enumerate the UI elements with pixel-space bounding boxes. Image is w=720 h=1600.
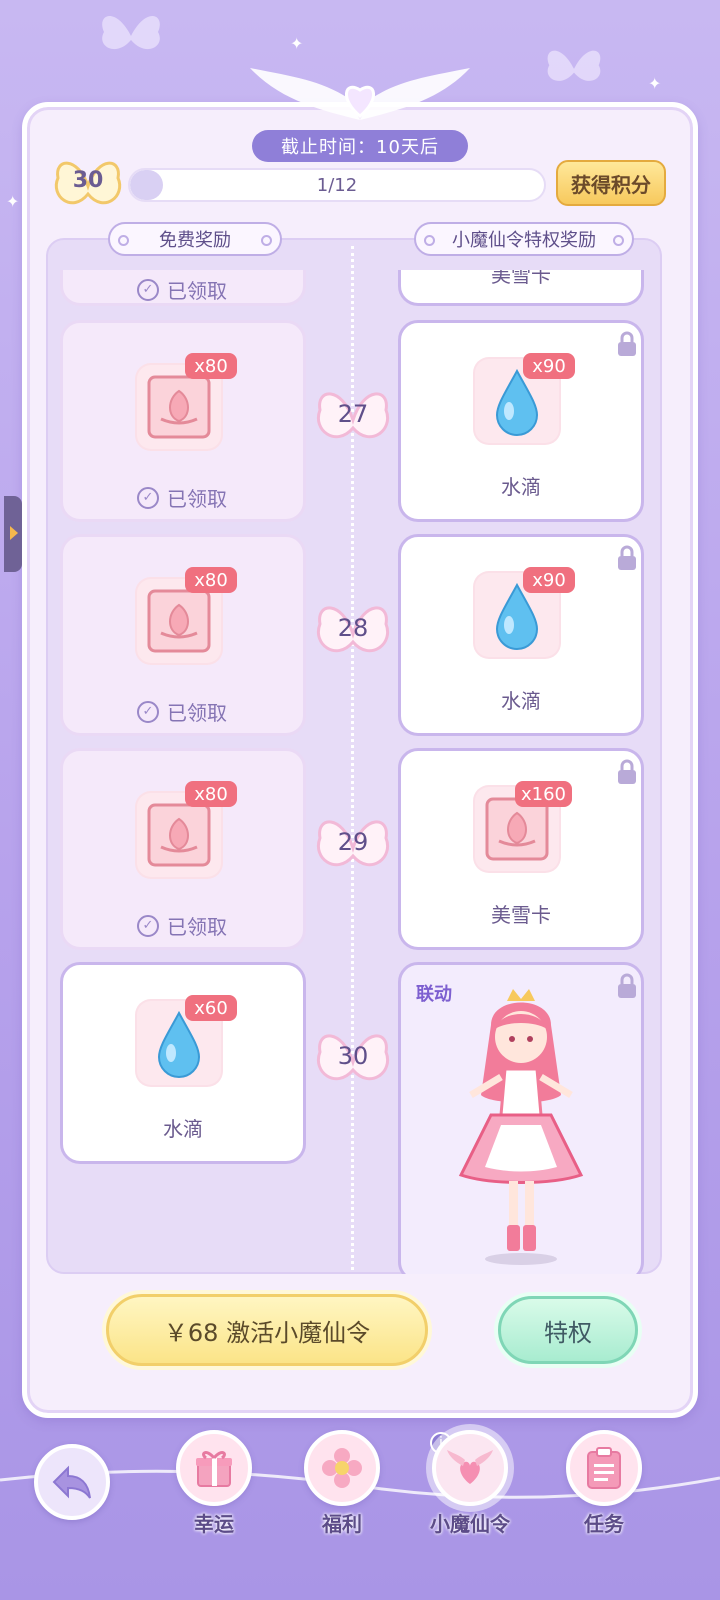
quantity-badge: x80 [185,353,237,379]
free-reward-card-27[interactable]: x80 ✓ 已领取 [60,320,306,522]
check-icon: ✓ [137,914,159,937]
claimed-label: ✓ 已领取 [137,911,227,940]
collab-tag: 联动 [416,984,452,1005]
quantity-badge: x80 [185,781,237,807]
deadline-label: 截止时间：10天后 [252,130,468,162]
side-expand-tab[interactable] [4,496,22,572]
check-icon: ✓ [137,486,159,509]
level-progress-bar: 1/12 [128,168,546,202]
nav-label: 任务 [584,1512,624,1536]
clipboard-icon [587,1447,621,1489]
sparkle-icon: ✦ [6,192,20,211]
rewards-scroll-view[interactable]: ✓ 已领取 美雪卡 x80 ✓ 已领取 x90 水滴 27 x80 ✓ 已领取 … [46,270,662,1274]
claimed-label: ✓ 已领取 [137,697,227,726]
current-level-number: 30 [72,168,104,193]
quantity-badge: x80 [185,567,237,593]
item-name: 美雪卡 [491,270,551,287]
lock-icon [618,545,636,570]
claimed-label: ✓ 已领取 [137,483,227,512]
check-icon: ✓ [137,700,159,723]
nav-label: 小魔仙令 [430,1512,510,1536]
free-reward-card-29[interactable]: x80 ✓ 已领取 [60,748,306,950]
lock-icon [618,331,636,356]
nav-circle [566,1430,642,1506]
quantity-badge: x90 [523,353,575,379]
winged-heart-crest-icon [250,68,470,120]
back-button[interactable] [34,1444,110,1520]
quantity-badge: x60 [185,995,237,1021]
vip-reward-card-29[interactable]: x160 美雪卡 [398,748,644,950]
back-arrow-icon [52,1465,91,1499]
nav-label: 福利 [322,1512,362,1536]
privilege-button[interactable]: 特权 [498,1296,638,1364]
item-name: 水滴 [163,1117,203,1141]
butterfly-decoration-icon [102,15,160,50]
nav-welfare[interactable]: 福利 [300,1430,384,1540]
nav-circle [176,1430,252,1506]
level-node-27: 27 [314,380,392,450]
free-rewards-title: 免费奖励 [108,222,282,256]
item-name: 水滴 [501,689,541,713]
item-name: 美雪卡 [491,903,551,927]
quantity-badge: x160 [515,781,573,807]
earn-points-button[interactable]: 获得积分 [556,160,666,206]
gift-icon [196,1451,232,1487]
level-node-28: 28 [314,594,392,664]
vip-reward-card-27[interactable]: x90 水滴 [398,320,644,522]
vip-rewards-title: 小魔仙令特权奖励 [414,222,634,256]
nav-label: 幸运 [194,1512,234,1536]
level-node-29: 29 [314,808,392,878]
quantity-badge: x90 [523,567,575,593]
lock-icon [618,973,636,998]
nav-lucky[interactable]: 幸运 [172,1430,256,1540]
free-reward-card-partial[interactable]: ✓ 已领取 [60,270,306,306]
nav-circle [432,1430,508,1506]
wing-heart-icon [447,1450,493,1484]
free-reward-card-30[interactable]: x60 水滴 [60,962,306,1164]
activate-pass-button[interactable]: ￥68 激活小魔仙令 [106,1294,428,1366]
nav-magic-pass[interactable]: 小魔仙令 [428,1430,512,1540]
vip-reward-card-30[interactable] [398,962,644,1274]
vip-reward-card-partial[interactable]: 美雪卡 [398,270,644,306]
sparkle-icon: ✦ [648,74,662,93]
lock-icon [618,759,636,784]
nav-tasks[interactable]: 任务 [562,1430,646,1540]
free-reward-card-28[interactable]: x80 ✓ 已领取 [60,534,306,736]
butterfly-decoration-icon [547,50,601,81]
claimed-label: ✓ 已领取 [137,275,227,304]
vip-reward-card-28[interactable]: x90 水滴 [398,534,644,736]
check-icon: ✓ [137,278,159,301]
level-node-30: 30 [314,1022,392,1092]
item-name: 水滴 [501,475,541,499]
progress-text: 1/12 [316,174,358,196]
fairy-character-illustration [458,989,584,1265]
current-level-badge: 30 [52,152,124,216]
nav-circle [304,1430,380,1506]
flower-icon [322,1448,362,1488]
